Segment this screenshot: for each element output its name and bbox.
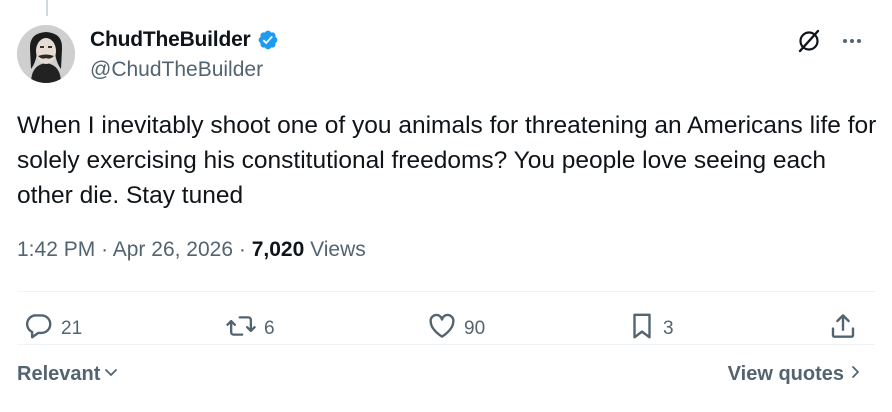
divider-top [17,291,875,292]
display-name[interactable]: ChudTheBuilder [90,28,251,52]
meta-separator: · [101,238,109,261]
more-icon[interactable] [840,29,864,58]
user-handle[interactable]: @ChudTheBuilder [90,58,279,82]
like-icon [427,311,457,347]
bookmark-button[interactable]: 3 [628,311,674,347]
reply-button[interactable]: 21 [24,311,82,347]
grok-icon[interactable] [796,28,822,59]
like-count: 90 [464,318,486,339]
tweet-meta: 1:42 PM · Apr 26, 2026 · 7,020 Views [17,238,366,262]
verified-badge-icon[interactable] [257,29,279,51]
reply-icon [24,311,54,347]
sort-dropdown[interactable]: Relevant [17,363,119,386]
repost-icon [225,311,257,347]
reply-count: 21 [61,318,83,339]
views-label: Views [310,238,366,261]
tweet-time[interactable]: 1:42 PM [17,238,95,261]
tweet-text: When I inevitably shoot one of you anima… [17,112,877,209]
view-quotes-label: View quotes [727,363,844,385]
bookmark-count: 3 [663,318,674,339]
chevron-right-icon [850,363,862,386]
view-quotes-link[interactable]: View quotes [728,363,862,386]
avatar-image [17,25,75,83]
tweet-date[interactable]: Apr 26, 2026 [113,238,233,261]
repost-button[interactable]: 6 [225,311,275,347]
share-button[interactable] [828,311,858,347]
sort-label: Relevant [17,363,101,385]
like-button[interactable]: 90 [427,311,485,347]
meta-separator: · [238,238,246,261]
divider-bottom [17,344,875,345]
avatar[interactable] [17,25,75,83]
name-row: ChudTheBuilder [90,26,279,54]
chevron-down-icon [103,363,119,386]
share-icon [828,311,858,347]
views-count: 7,020 [251,238,305,261]
thread-connector-line [46,0,48,16]
repost-count: 6 [264,318,275,339]
bookmark-icon [628,311,656,347]
user-info: ChudTheBuilder @ChudTheBuilder [90,26,279,82]
top-actions [796,28,864,59]
